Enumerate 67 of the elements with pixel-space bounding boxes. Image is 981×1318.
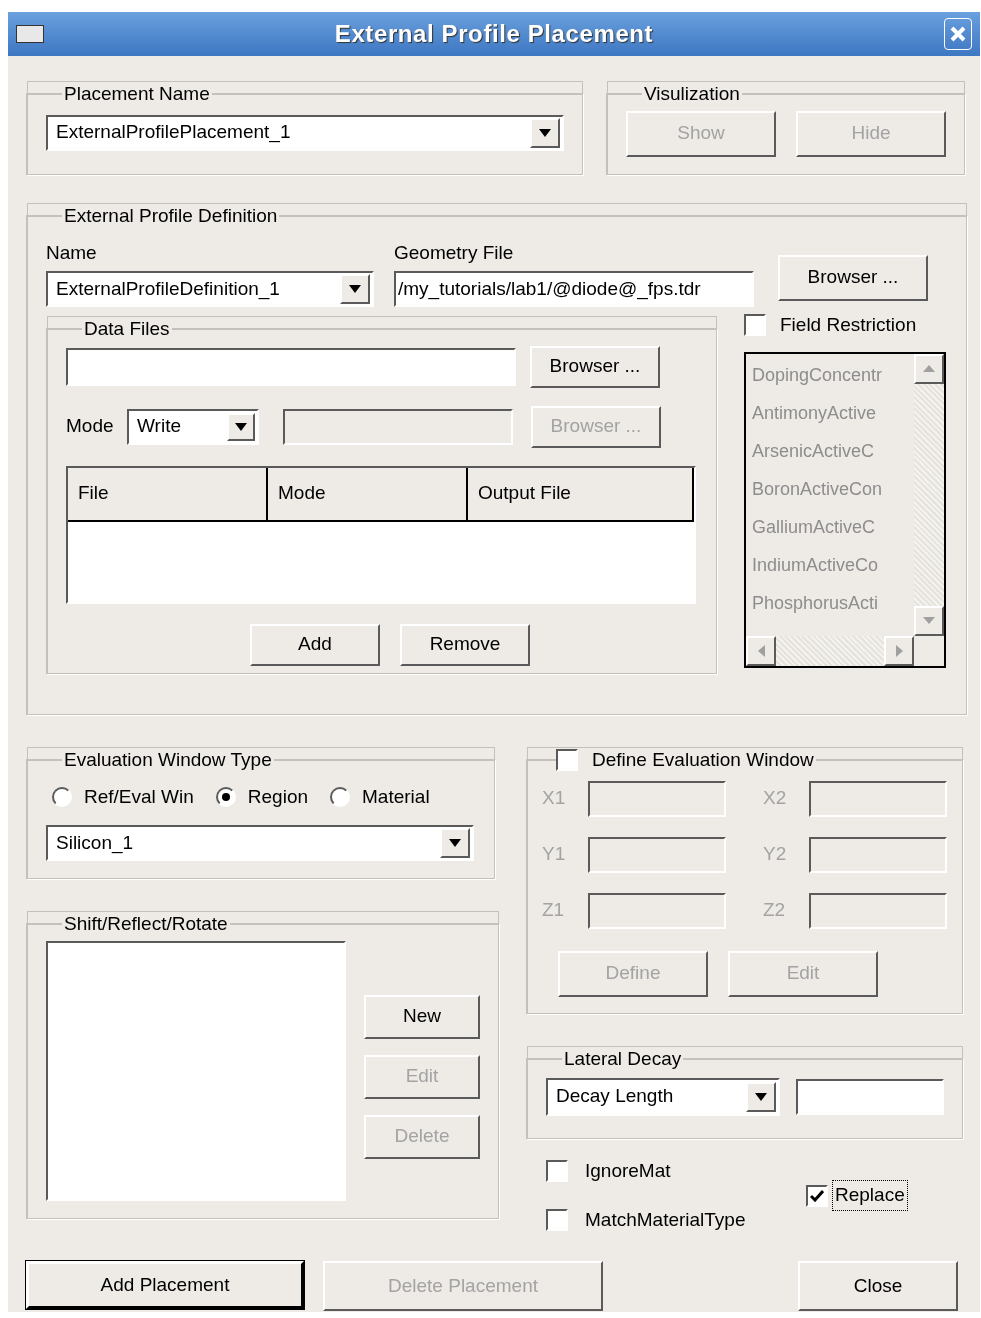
window-title: External Profile Placement xyxy=(333,19,655,49)
caret-down-icon xyxy=(440,828,470,858)
field-label: Geometry File xyxy=(394,240,515,265)
remove-button[interactable]: Remove xyxy=(400,623,530,666)
coordinate-label: Z2 xyxy=(763,898,787,923)
radio-label: Material xyxy=(362,784,430,809)
checkbox[interactable] xyxy=(556,749,578,772)
scroll-down-icon[interactable] xyxy=(914,605,944,636)
checkbox-label: Replace xyxy=(832,1180,908,1211)
vertical-scrollbar[interactable] xyxy=(914,353,944,636)
coordinate-label: Z1 xyxy=(542,898,566,923)
coordinate-label: Y1 xyxy=(542,842,567,867)
group-label: Visulization xyxy=(644,83,740,104)
horizontal-scrollbar[interactable] xyxy=(746,635,914,666)
checkbox-label: Field Restriction xyxy=(780,313,917,337)
checkbox[interactable] xyxy=(744,314,766,337)
checkbox[interactable] xyxy=(806,1184,828,1207)
caret-down-icon xyxy=(227,412,255,441)
caret-down-icon xyxy=(340,274,370,304)
scroll-left-icon[interactable] xyxy=(746,635,776,666)
field-label: Name xyxy=(46,240,98,265)
radio-button[interactable] xyxy=(215,786,236,807)
group-label: Lateral Decay xyxy=(564,1048,682,1069)
coordinate-label: X2 xyxy=(763,786,788,811)
coordinate-label: Y2 xyxy=(763,842,788,867)
column-header[interactable]: Output File xyxy=(468,467,694,520)
close-button[interactable] xyxy=(944,18,972,50)
footer-button[interactable]: Close xyxy=(798,1261,958,1311)
checkbox-label: IgnoreMat xyxy=(584,1159,672,1183)
column-header[interactable]: Mode xyxy=(268,467,468,520)
placement-name-dropdown[interactable]: ExternalProfilePlacement_1 xyxy=(46,114,564,151)
field-label: Mode xyxy=(66,414,115,439)
region-dropdown[interactable]: Silicon_1 xyxy=(46,825,474,861)
caret-down-icon xyxy=(746,1081,776,1112)
check-icon xyxy=(810,1189,824,1202)
radio-button[interactable] xyxy=(330,786,351,807)
checkbox-label: Define Evaluation Window xyxy=(592,748,814,772)
window-icon xyxy=(16,25,44,43)
browser-button[interactable]: Browser ... xyxy=(778,254,928,301)
browser-button[interactable]: Browser ... xyxy=(530,345,660,388)
mode-dropdown[interactable]: Write xyxy=(127,408,259,445)
checkbox-label: MatchMaterialType xyxy=(584,1207,747,1232)
group-label: Shift/Reflect/Rotate xyxy=(64,913,228,934)
decay-value-field[interactable] xyxy=(796,1078,944,1115)
caret-down-icon xyxy=(530,117,560,148)
group-label: Evaluation Window Type xyxy=(64,749,272,770)
group-label: Data Files xyxy=(84,318,170,339)
group-label: Placement Name xyxy=(64,83,210,104)
checkbox[interactable] xyxy=(546,1160,568,1183)
footer-button[interactable]: Add Placement xyxy=(26,1261,304,1309)
checkbox[interactable] xyxy=(546,1208,568,1231)
scroll-right-icon[interactable] xyxy=(884,635,914,666)
name-dropdown[interactable]: ExternalProfileDefinition_1 xyxy=(46,271,374,307)
lateral-decay-dropdown[interactable]: Decay Length xyxy=(546,1077,780,1116)
close-icon xyxy=(950,26,966,42)
coordinate-label: X1 xyxy=(542,786,567,811)
add-button[interactable]: Add xyxy=(250,623,380,666)
transform-button[interactable]: New xyxy=(364,994,480,1039)
geometry-file-field[interactable]: /my_tutorials/lab1/@diode@_fps.tdr xyxy=(394,271,754,307)
radio-button[interactable] xyxy=(52,786,72,807)
group-label: External Profile Definition xyxy=(64,205,278,226)
radio-label: Ref/Eval Win xyxy=(84,784,194,809)
radio-label: Region xyxy=(247,784,309,809)
output-file-field[interactable] xyxy=(283,408,513,445)
data-file-field[interactable] xyxy=(66,347,516,386)
column-header[interactable]: File xyxy=(68,467,268,520)
scroll-up-icon[interactable] xyxy=(914,353,944,384)
